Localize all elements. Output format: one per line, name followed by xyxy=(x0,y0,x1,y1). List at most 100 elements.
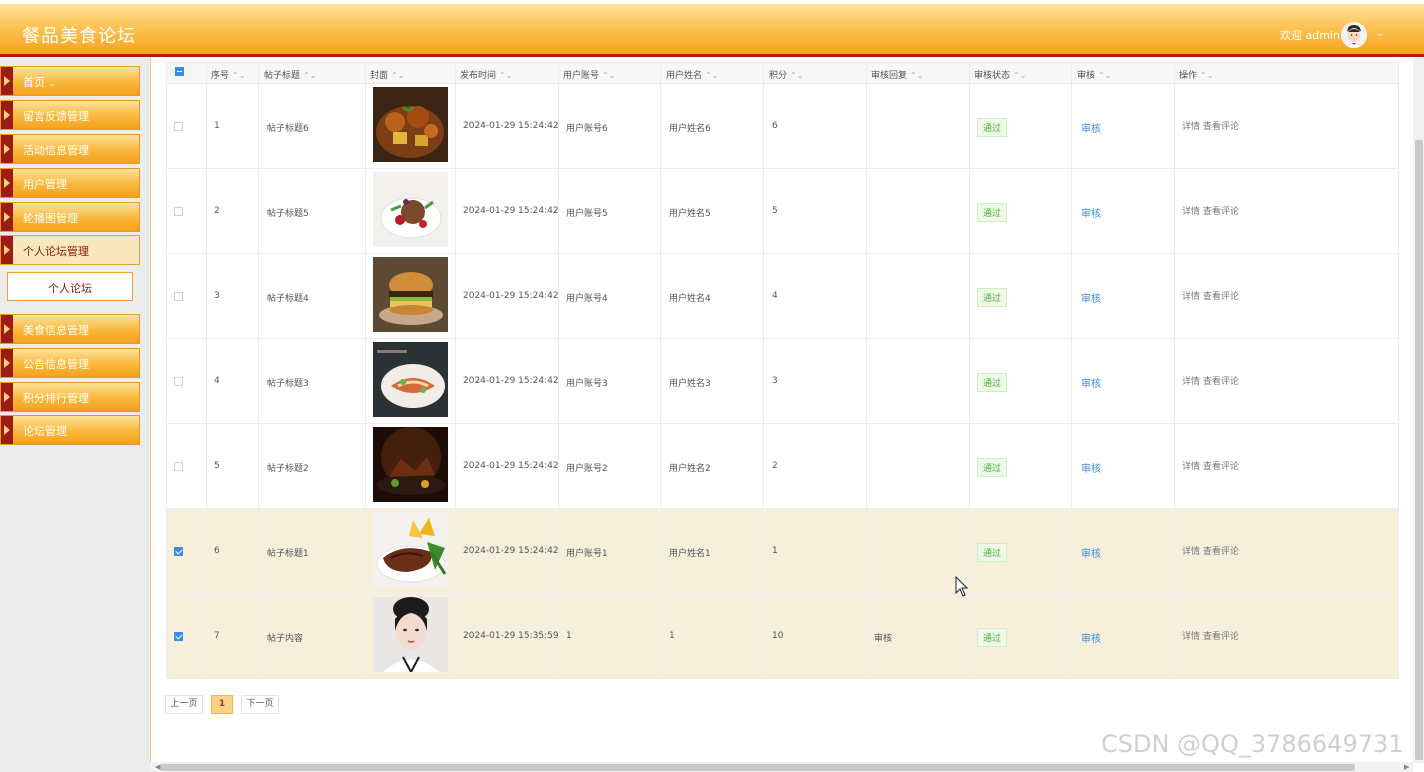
cover-image xyxy=(373,342,448,417)
sort-icon[interactable]: ⌃⌄ xyxy=(1200,71,1213,80)
table-row[interactable]: 4 帖子标题3 2024-01-29 15:24:42 用户账号3 用户姓名3 3 通过 审核… xyxy=(166,339,1399,424)
column-header-name[interactable]: 用户姓名 ⌃⌄ xyxy=(666,68,718,81)
welcome-text: 欢迎 admin xyxy=(1280,29,1340,42)
column-header-cover[interactable]: 封面 ⌃⌄ xyxy=(370,68,404,81)
row-action-links[interactable]: 详情 查看评论 xyxy=(1182,374,1239,387)
row-action-links[interactable]: 详情 查看评论 xyxy=(1182,289,1239,302)
cell-account: 用户账号4 xyxy=(566,294,608,304)
menu-arrow-icon xyxy=(1,315,13,343)
cover-image xyxy=(373,172,448,247)
table-row[interactable]: 6 帖子标题1 2024-01-29 15:24:42 用户账号1 用户姓名1 1 通过 审核… xyxy=(166,509,1399,594)
cell-title: 帖子标题4 xyxy=(267,294,309,304)
row-checkbox[interactable] xyxy=(174,547,183,556)
sort-icon[interactable]: ⌃⌄ xyxy=(232,71,245,80)
page-1-button[interactable]: 1 xyxy=(211,695,233,714)
row-action-links[interactable]: 详情 查看评论 xyxy=(1182,204,1239,217)
sidebar-item-feedback[interactable]: 留言反馈管理 xyxy=(0,100,140,130)
vertical-scrollbar-thumb[interactable] xyxy=(1415,140,1423,760)
sidebar-subitem-personal-forum[interactable]: 个人论坛 xyxy=(7,272,133,301)
sidebar-item-personal-forum[interactable]: 个人论坛管理 xyxy=(0,235,140,265)
table-row[interactable]: 3 帖子标题4 2024-01-29 15:24:42 用户账号4 用户姓名4 4 通过 审核… xyxy=(166,254,1399,339)
cell-points: 3 xyxy=(772,376,778,386)
row-checkbox[interactable] xyxy=(174,292,183,301)
row-action-links[interactable]: 详情 查看评论 xyxy=(1182,119,1239,132)
cell-account: 1 xyxy=(566,631,572,641)
row-action-links[interactable]: 详情 查看评论 xyxy=(1182,544,1239,557)
column-header-actions[interactable]: 操作 ⌃⌄ xyxy=(1179,68,1213,81)
sidebar-item-notice[interactable]: 公告信息管理 xyxy=(0,348,140,378)
status-badge: 通过 xyxy=(977,203,1008,222)
sidebar-item-label: 首页 xyxy=(23,76,45,89)
sort-icon[interactable]: ⌃⌄ xyxy=(391,71,404,80)
sort-icon[interactable]: ⌃⌄ xyxy=(910,71,923,80)
sort-icon[interactable]: ⌃⌄ xyxy=(1013,71,1026,80)
menu-arrow-icon xyxy=(1,383,13,411)
next-page-button[interactable]: 下一页 xyxy=(241,695,279,714)
row-checkbox[interactable] xyxy=(174,632,183,641)
column-divider xyxy=(660,62,661,679)
row-action-links[interactable]: 详情 查看评论 xyxy=(1182,629,1239,642)
sidebar-item-carousel[interactable]: 轮播图管理 xyxy=(0,202,140,232)
cell-audit-reply: 审核 xyxy=(874,634,893,644)
column-divider xyxy=(866,62,867,679)
table-row[interactable]: 5 帖子标题2 2024-01-29 15:24:42 用户账号2 用户姓名2 2 通过 审核… xyxy=(166,424,1399,509)
column-header-time[interactable]: 发布时间 ⌃⌄ xyxy=(460,68,512,81)
user-menu-chevron-down-icon[interactable]: ⌄ xyxy=(1376,28,1384,39)
chevron-down-icon: ⌄ xyxy=(48,79,57,89)
column-header-audit[interactable]: 审核 ⌃⌄ xyxy=(1077,68,1111,81)
column-header-title[interactable]: 帖子标题 ⌃⌄ xyxy=(264,68,316,81)
audit-link[interactable]: 审核 xyxy=(1081,545,1101,560)
sort-icon[interactable]: ⌃⌄ xyxy=(499,71,512,80)
cell-title: 帖子标题2 xyxy=(267,464,309,474)
row-checkbox[interactable] xyxy=(174,207,183,216)
sort-icon[interactable]: ⌃⌄ xyxy=(705,71,718,80)
sidebar-item-users[interactable]: 用户管理 xyxy=(0,168,140,198)
sidebar-item-ranking[interactable]: 积分排行管理 xyxy=(0,382,140,412)
status-badge: 通过 xyxy=(977,628,1008,647)
scroll-left-arrow-icon[interactable]: ◀ xyxy=(155,763,160,771)
column-header-index[interactable]: 序号 ⌃⌄ xyxy=(211,68,245,81)
sidebar-item-home[interactable]: 首页 ⌄ xyxy=(0,66,140,96)
audit-link[interactable]: 审核 xyxy=(1081,290,1101,305)
sidebar-item-food[interactable]: 美食信息管理 xyxy=(0,314,140,344)
audit-link[interactable]: 审核 xyxy=(1081,460,1101,475)
sort-icon[interactable]: ⌃⌄ xyxy=(602,71,615,80)
sort-icon[interactable]: ⌃⌄ xyxy=(303,71,316,80)
audit-link[interactable]: 审核 xyxy=(1081,375,1101,390)
cell-index: 4 xyxy=(214,376,220,386)
audit-link[interactable]: 审核 xyxy=(1081,630,1101,645)
audit-link[interactable]: 审核 xyxy=(1081,205,1101,220)
cell-user-name: 用户姓名3 xyxy=(669,379,711,389)
sidebar-item-forum[interactable]: 论坛管理 xyxy=(0,415,140,445)
scroll-right-arrow-icon[interactable]: ▶ xyxy=(1404,763,1409,771)
app-title: 餐品美食论坛 xyxy=(22,26,136,47)
row-checkbox[interactable] xyxy=(174,122,183,131)
table-row[interactable]: 2 帖子标题5 2024-01-29 15:24:42 用户账号5 用户姓名5 5 通过 审核… xyxy=(166,169,1399,254)
column-header-account[interactable]: 用户账号 ⌃⌄ xyxy=(563,68,615,81)
audit-link[interactable]: 审核 xyxy=(1081,120,1101,135)
column-header-reply[interactable]: 审核回复 ⌃⌄ xyxy=(871,68,923,81)
sort-icon[interactable]: ⌃⌄ xyxy=(1098,71,1111,80)
cover-image xyxy=(373,512,448,587)
column-divider xyxy=(1071,62,1072,679)
cell-user-name: 用户姓名5 xyxy=(669,209,711,219)
sidebar-item-activity[interactable]: 活动信息管理 xyxy=(0,134,140,164)
cell-publish-time: 2024-01-29 15:24:42 xyxy=(463,291,559,301)
column-divider xyxy=(558,62,559,679)
table-row[interactable]: 1 帖子标题6 2024-01-29 15:24:42 用户账号6 用户姓名6 6 通过 审核… xyxy=(166,84,1399,169)
row-action-links[interactable]: 详情 查看评论 xyxy=(1182,459,1239,472)
column-divider xyxy=(1398,62,1399,679)
user-avatar[interactable] xyxy=(1341,22,1367,48)
prev-page-button[interactable]: 上一页 xyxy=(165,695,203,714)
horizontal-scrollbar-thumb[interactable] xyxy=(160,764,1355,771)
sort-icon[interactable]: ⌃⌄ xyxy=(790,71,803,80)
column-header-points[interactable]: 积分 ⌃⌄ xyxy=(769,68,803,81)
row-checkbox[interactable] xyxy=(174,377,183,386)
cell-publish-time: 2024-01-29 15:24:42 xyxy=(463,546,559,556)
row-checkbox[interactable] xyxy=(174,462,183,471)
select-all-checkbox[interactable] xyxy=(175,67,184,76)
mouse-cursor-icon xyxy=(955,576,969,597)
column-header-status[interactable]: 审核状态 ⌃⌄ xyxy=(974,68,1026,81)
cell-points: 2 xyxy=(772,461,778,471)
table-row[interactable]: 7 帖子内容 2024-01-29 15:35:59 1 1 10 审核 通过 审核 详情 查看评… xyxy=(166,594,1399,679)
